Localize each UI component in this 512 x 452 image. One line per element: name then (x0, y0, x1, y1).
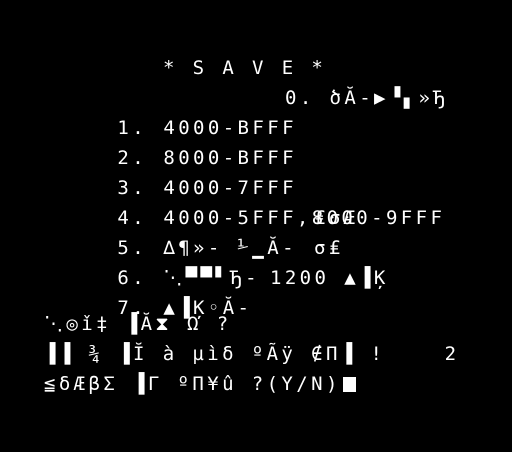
menu-item-5-extra: ₤σÆ (314, 207, 359, 229)
menu-item-1-extra[interactable]: 0. ծĂ-▶▝▖»Ђ (285, 83, 448, 113)
menu-item-7[interactable]: 7. ▲▐Ķ◦Ă- (58, 263, 252, 319)
menu-item-4[interactable]: 4. 4000-5FFF,8000-9FFF (58, 173, 445, 229)
menu-item-6[interactable]: 6. ⋱▀▀▘Ђ- (58, 233, 260, 289)
prompt-line-1: ⋱◎ǐ‡ ▐Ă⧗ Ω ? (44, 313, 232, 335)
menu-item-3[interactable]: 3. 4000-7FFF (58, 143, 297, 199)
msx-save-screen: * S A V E * 1. 4000-BFFF 0. ծĂ-▶▝▖»Ђ 2. 80… (0, 0, 512, 452)
confirm-prompt-text: ≦δÆβΣ ▐Γ ºΠ¥û ?(Y/N) (44, 373, 341, 395)
prompt-line-2: ▐▐ ¾ ▐Ĭ à µìδ ºÃÿ ∉Π▐ ! 2 (44, 343, 460, 365)
confirm-prompt[interactable]: ≦δÆβΣ ▐Γ ºΠ¥û ?(Y/N) (44, 369, 356, 399)
menu-item-6-extra: σ₤ (314, 237, 344, 259)
menu-item-7-extra: 1200 ▲▐Ķ (270, 267, 389, 289)
menu-item-5[interactable]: 5. ∆¶»- ⅟▁Ă- (58, 203, 297, 259)
menu-item-2[interactable]: 2. 8000-BFFF (58, 113, 297, 169)
screen-title: * S A V E * (163, 57, 327, 79)
menu-item-1[interactable]: 1. 4000-BFFF (58, 83, 297, 139)
block-cursor-icon (342, 377, 356, 392)
